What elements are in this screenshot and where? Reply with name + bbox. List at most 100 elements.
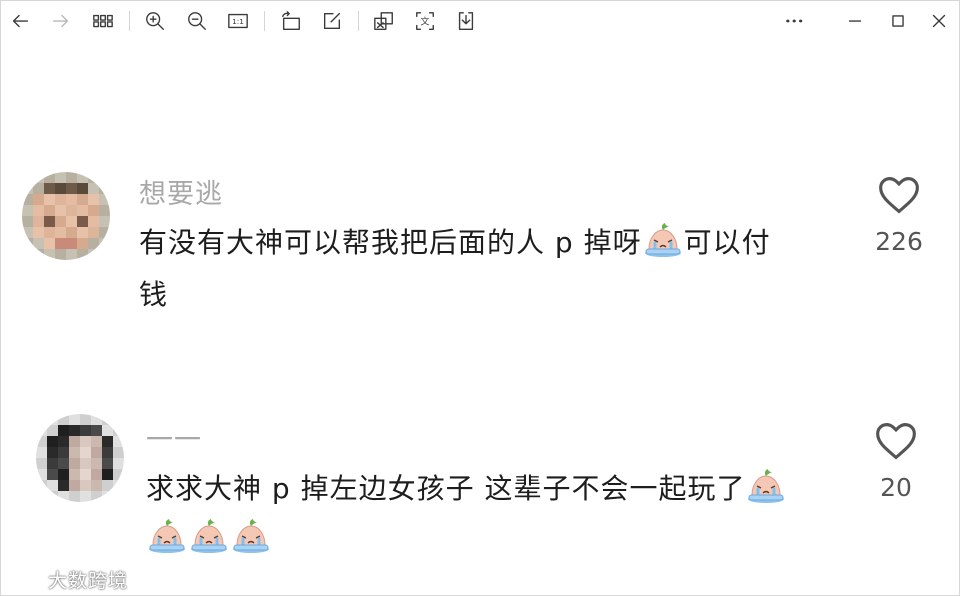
avatar-pixel: [66, 249, 77, 260]
avatar-pixel: [44, 238, 55, 249]
crying-face-graphic: [644, 223, 681, 257]
back-arrow-icon[interactable]: [6, 8, 34, 34]
avatar-pixel: [33, 227, 44, 238]
avatar-pixel: [69, 491, 80, 502]
avatar-pixel: [66, 194, 77, 205]
comment-text-segment: 可以付: [683, 226, 771, 259]
avatar-pixel: [80, 469, 91, 480]
avatar-pixel: [36, 447, 47, 458]
avatar-pixel: [77, 183, 88, 194]
minimize-icon[interactable]: [841, 8, 869, 34]
avatar-pixel: [80, 447, 91, 458]
maximize-icon[interactable]: [884, 8, 912, 34]
avatar-pixel: [22, 227, 33, 238]
crying-emoji-icon: [231, 518, 271, 554]
avatar-pixel: [80, 436, 91, 447]
comment-username[interactable]: 想要逃: [139, 172, 223, 211]
close-icon[interactable]: [925, 8, 953, 34]
comment-username[interactable]: 一一: [146, 418, 202, 457]
avatar-pixel: [58, 480, 69, 491]
watermark: 大数跨境: [8, 566, 128, 593]
like-heart-icon[interactable]: [872, 417, 920, 465]
avatar-pixel: [44, 249, 55, 260]
avatar-pixel: [33, 172, 44, 183]
avatar-pixel: [102, 491, 113, 502]
avatar-pixel: [102, 458, 113, 469]
avatar-pixel: [47, 480, 58, 491]
avatar-pixel: [91, 491, 102, 502]
avatar-pixel: [91, 447, 102, 458]
crying-face-graphic: [748, 469, 785, 503]
crying-face-graphic: [233, 519, 269, 553]
avatar-pixel: [33, 238, 44, 249]
avatar[interactable]: [22, 172, 110, 260]
avatar-pixel: [91, 414, 102, 425]
avatar-pixel: [88, 205, 99, 216]
avatar-pixel: [47, 491, 58, 502]
avatar-pixel: [55, 249, 66, 260]
actual-size-icon[interactable]: 1:1: [224, 8, 252, 34]
avatar-pixel: [99, 216, 110, 227]
avatar-pixel: [36, 425, 47, 436]
avatar-pixel: [44, 227, 55, 238]
avatar-pixel: [91, 469, 102, 480]
toolbar: 1:1 文: [0, 0, 960, 42]
avatar-pixel: [80, 458, 91, 469]
avatar-pixel: [77, 238, 88, 249]
crying-emoji-icon: [147, 518, 187, 554]
forward-arrow-icon[interactable]: [47, 8, 75, 34]
avatar-pixel: [69, 425, 80, 436]
extract-text-icon[interactable]: [370, 8, 398, 34]
like-heart-icon[interactable]: [875, 171, 923, 219]
comment-text: 求求大神 p 掉左边女孩子 这辈子不会一起玩了: [146, 462, 787, 516]
save-icon[interactable]: [452, 8, 480, 34]
avatar-pixel: [80, 491, 91, 502]
avatar-pixel: [113, 469, 124, 480]
rotate-icon[interactable]: [277, 8, 305, 34]
crying-face-graphic: [149, 519, 185, 553]
avatar-pixel: [77, 172, 88, 183]
avatar-pixel: [77, 194, 88, 205]
toolbar-divider: [358, 11, 359, 31]
more-icon[interactable]: [780, 8, 808, 34]
avatar-pixel: [22, 183, 33, 194]
avatar-pixel: [66, 205, 77, 216]
avatar-pixel: [55, 183, 66, 194]
avatar-pixel: [80, 414, 91, 425]
translate-icon[interactable]: 文: [411, 8, 439, 34]
toolbar-divider: [264, 11, 265, 31]
avatar-pixel: [22, 194, 33, 205]
crying-face-graphic: [191, 519, 227, 553]
edit-icon[interactable]: [318, 8, 346, 34]
avatar-pixel: [33, 216, 44, 227]
crying-emoji-icon: [643, 222, 683, 258]
avatar-pixel: [102, 414, 113, 425]
avatar-pixel: [88, 216, 99, 227]
grid-view-icon[interactable]: [89, 8, 117, 34]
watermark-logo-icon: [9, 571, 44, 588]
zoom-in-icon[interactable]: [141, 8, 169, 34]
avatar-pixel: [33, 205, 44, 216]
avatar-pixel: [44, 194, 55, 205]
avatar-pixel: [36, 436, 47, 447]
avatar-pixel: [102, 480, 113, 491]
avatar-pixel: [99, 183, 110, 194]
avatar-pixel: [91, 458, 102, 469]
avatar-pixel: [58, 458, 69, 469]
avatar-pixel: [66, 227, 77, 238]
comment-text-emojis: [146, 512, 272, 566]
comment-text: 有没有大神可以帮我把后面的人 p 掉呀 可以付: [139, 216, 771, 270]
avatar-pixel: [33, 194, 44, 205]
avatar[interactable]: [36, 414, 124, 502]
avatar-pixel: [33, 249, 44, 260]
zoom-out-icon[interactable]: [183, 8, 211, 34]
avatar-pixel: [55, 227, 66, 238]
avatar-pixel: [47, 458, 58, 469]
comment-text-segment: 求求大神 p 掉左边女孩子 这辈子不会一起玩了: [146, 472, 746, 505]
avatar-pixel: [80, 425, 91, 436]
avatar-pixel: [22, 249, 33, 260]
watermark-text: 大数跨境: [48, 570, 129, 592]
avatar-pixel: [55, 205, 66, 216]
avatar-pixel: [44, 183, 55, 194]
comment-text-segment: 有没有大神可以帮我把后面的人 p 掉呀: [139, 226, 642, 259]
